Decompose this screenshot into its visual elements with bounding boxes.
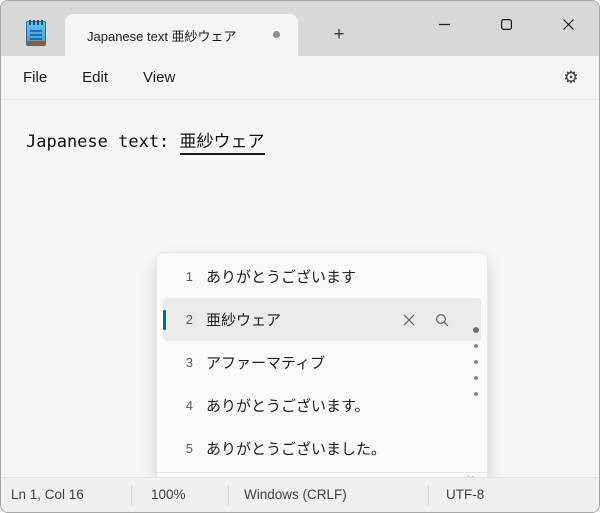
line-ending-status: Windows (CRLF): [244, 487, 347, 502]
zoom-level-status: 100%: [151, 487, 186, 502]
candidate-number: 3: [171, 355, 193, 370]
status-divider: [428, 486, 429, 505]
maximize-button[interactable]: [475, 1, 537, 47]
cursor-position-status: Ln 1, Col 16: [11, 487, 84, 502]
selection-accent-pill: [163, 310, 166, 330]
new-tab-button[interactable]: +: [326, 22, 352, 48]
candidate-row-5[interactable]: 5 ありがとうございました。: [163, 427, 481, 470]
minimize-icon: [439, 19, 450, 30]
text-editor-area[interactable]: Japanese text: 亜紗ウェア 1 ありがとうございます 2 亜紗ウェ…: [1, 101, 599, 477]
candidate-number: 5: [171, 441, 193, 456]
window-controls: [413, 1, 599, 47]
candidate-text: ありがとうございます: [206, 266, 356, 287]
status-divider: [131, 486, 132, 505]
close-icon: [563, 19, 574, 30]
candidate-row-1[interactable]: 1 ありがとうございます: [163, 255, 481, 298]
candidate-text: アファーマティブ: [206, 352, 325, 373]
search-candidate-icon[interactable]: [435, 313, 449, 327]
status-divider: [228, 486, 229, 505]
candidate-number: 1: [171, 269, 193, 284]
candidate-row-3[interactable]: 3 アファーマティブ: [163, 341, 481, 384]
unsaved-indicator-dot: [273, 31, 280, 38]
menu-view[interactable]: View: [130, 63, 188, 92]
candidate-number: 4: [171, 398, 193, 413]
candidate-text: ありがとうございます。: [206, 395, 370, 416]
menu-edit[interactable]: Edit: [69, 63, 121, 92]
notepad-window: Japanese text 亜紗ウェア + File Edit View ⚙ J…: [0, 0, 600, 513]
candidate-row-4[interactable]: 4 ありがとうございます。: [163, 384, 481, 427]
minimize-button[interactable]: [413, 1, 475, 47]
close-button[interactable]: [537, 1, 599, 47]
candidate-row-2-selected[interactable]: 2 亜紗ウェア: [163, 298, 481, 341]
candidate-text: 亜紗ウェア: [206, 309, 281, 330]
notepad-app-icon: [26, 21, 46, 46]
tab-title: Japanese text 亜紗ウェア: [87, 26, 237, 45]
ime-composition-text: 亜紗ウェア: [180, 132, 265, 155]
document-text-line: Japanese text: 亜紗ウェア: [26, 127, 265, 152]
menu-file[interactable]: File: [10, 63, 60, 92]
menu-bar: File Edit View ⚙: [1, 56, 599, 100]
document-tab[interactable]: Japanese text 亜紗ウェア: [65, 14, 298, 56]
title-bar: Japanese text 亜紗ウェア +: [1, 1, 599, 56]
remove-candidate-icon[interactable]: [403, 314, 415, 326]
encoding-status: UTF-8: [446, 487, 484, 502]
status-bar: Ln 1, Col 16 100% Windows (CRLF) UTF-8: [1, 477, 599, 512]
ime-candidate-list: 1 ありがとうございます 2 亜紗ウェア 3 アファーマティブ: [157, 255, 487, 470]
maximize-icon: [501, 19, 512, 30]
typed-text: Japanese text:: [26, 132, 180, 152]
candidate-number: 2: [171, 312, 193, 327]
candidate-text: ありがとうございました。: [206, 438, 386, 459]
notebook-rings-icon: [29, 20, 43, 25]
settings-gear-icon[interactable]: ⚙: [558, 65, 584, 91]
ime-candidate-window: 1 ありがとうございます 2 亜紗ウェア 3 アファーマティブ: [156, 252, 488, 508]
